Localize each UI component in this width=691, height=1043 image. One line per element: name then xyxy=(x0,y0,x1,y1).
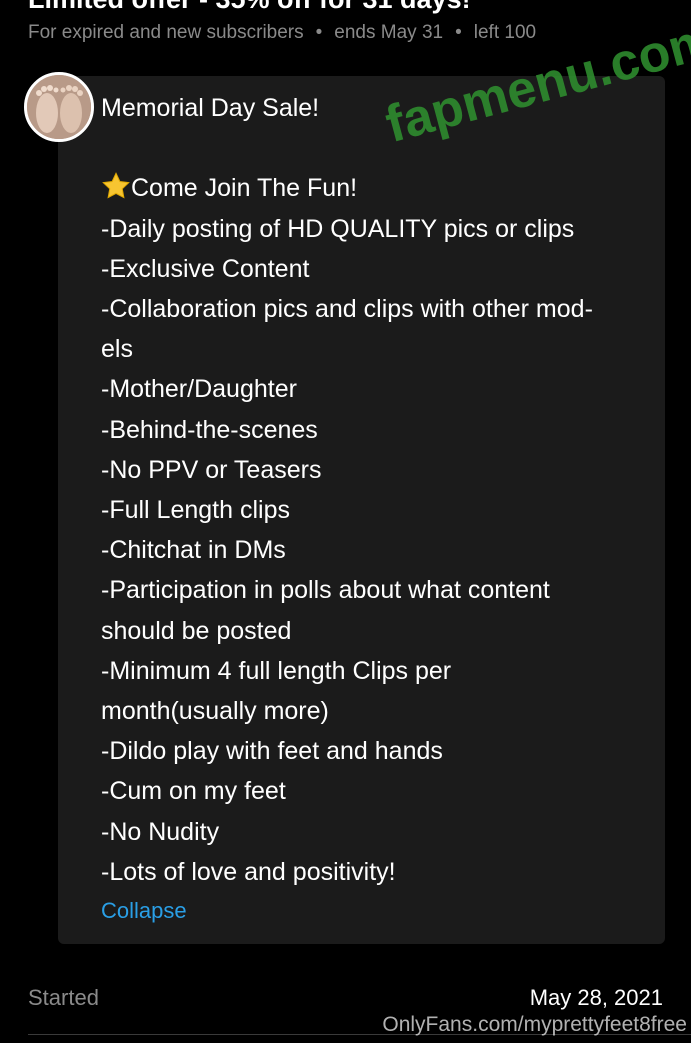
message-line: -No PPV or Teasers xyxy=(101,455,322,484)
offer-title: Limited offer - 35% off for 31 days! xyxy=(28,0,471,15)
message-line: -Exclusive Content xyxy=(101,254,310,283)
meta-separator: • xyxy=(315,22,323,43)
offer-audience: For expired and new subscribers xyxy=(28,22,304,43)
collapse-link[interactable]: Collapse xyxy=(101,898,187,924)
message-line: -Participation in polls about what conte… xyxy=(101,576,550,605)
message-line-text: Come Join The Fun! xyxy=(131,174,358,203)
offer-left: left 100 xyxy=(473,22,537,43)
onlyfans-url-watermark: OnlyFans.com/myprettyfeet8free xyxy=(382,1013,687,1036)
message-line: -Behind-the-scenes xyxy=(101,415,318,444)
message-line: -Chitchat in DMs xyxy=(101,536,286,565)
avatar-image xyxy=(27,75,91,139)
message-line: should be posted xyxy=(101,616,292,645)
message-line: -Lots of love and positivity! xyxy=(101,857,396,886)
feet-photo-avatar-icon[interactable] xyxy=(24,72,94,142)
message-line: -Dildo play with feet and hands xyxy=(101,737,443,766)
message-line: -Full Length clips xyxy=(101,496,290,525)
message-line: Come Join The Fun! xyxy=(101,168,661,208)
message-line: -No Nudity xyxy=(101,817,220,846)
message-line: -Minimum 4 full length Clips per xyxy=(101,656,452,685)
message-line: -Cum on my feet xyxy=(101,777,286,806)
started-label: Started xyxy=(28,985,99,1010)
offer-ends: ends May 31 xyxy=(334,22,444,43)
message-line: -Collaboration pics and clips with other… xyxy=(101,295,593,323)
started-row: Started May 28, 2021 xyxy=(28,985,663,1011)
message-line: -Mother/Daughter xyxy=(101,375,297,404)
star-emoji-icon xyxy=(102,172,130,199)
message-title: Memorial Day Sale! xyxy=(101,94,320,122)
message-line: month(usually more) xyxy=(101,697,329,726)
message-spacer xyxy=(101,128,661,168)
message-line: -Daily posting of HD QUALITY pics or cli… xyxy=(101,214,575,243)
started-date: May 28, 2021 xyxy=(529,985,663,1010)
offer-message: Memorial Day Sale! Come Join The Fun! -D… xyxy=(101,88,661,892)
meta-separator: • xyxy=(455,22,462,43)
offer-meta: For expired and new subscribers • ends M… xyxy=(28,22,536,44)
message-line: els xyxy=(101,335,133,364)
